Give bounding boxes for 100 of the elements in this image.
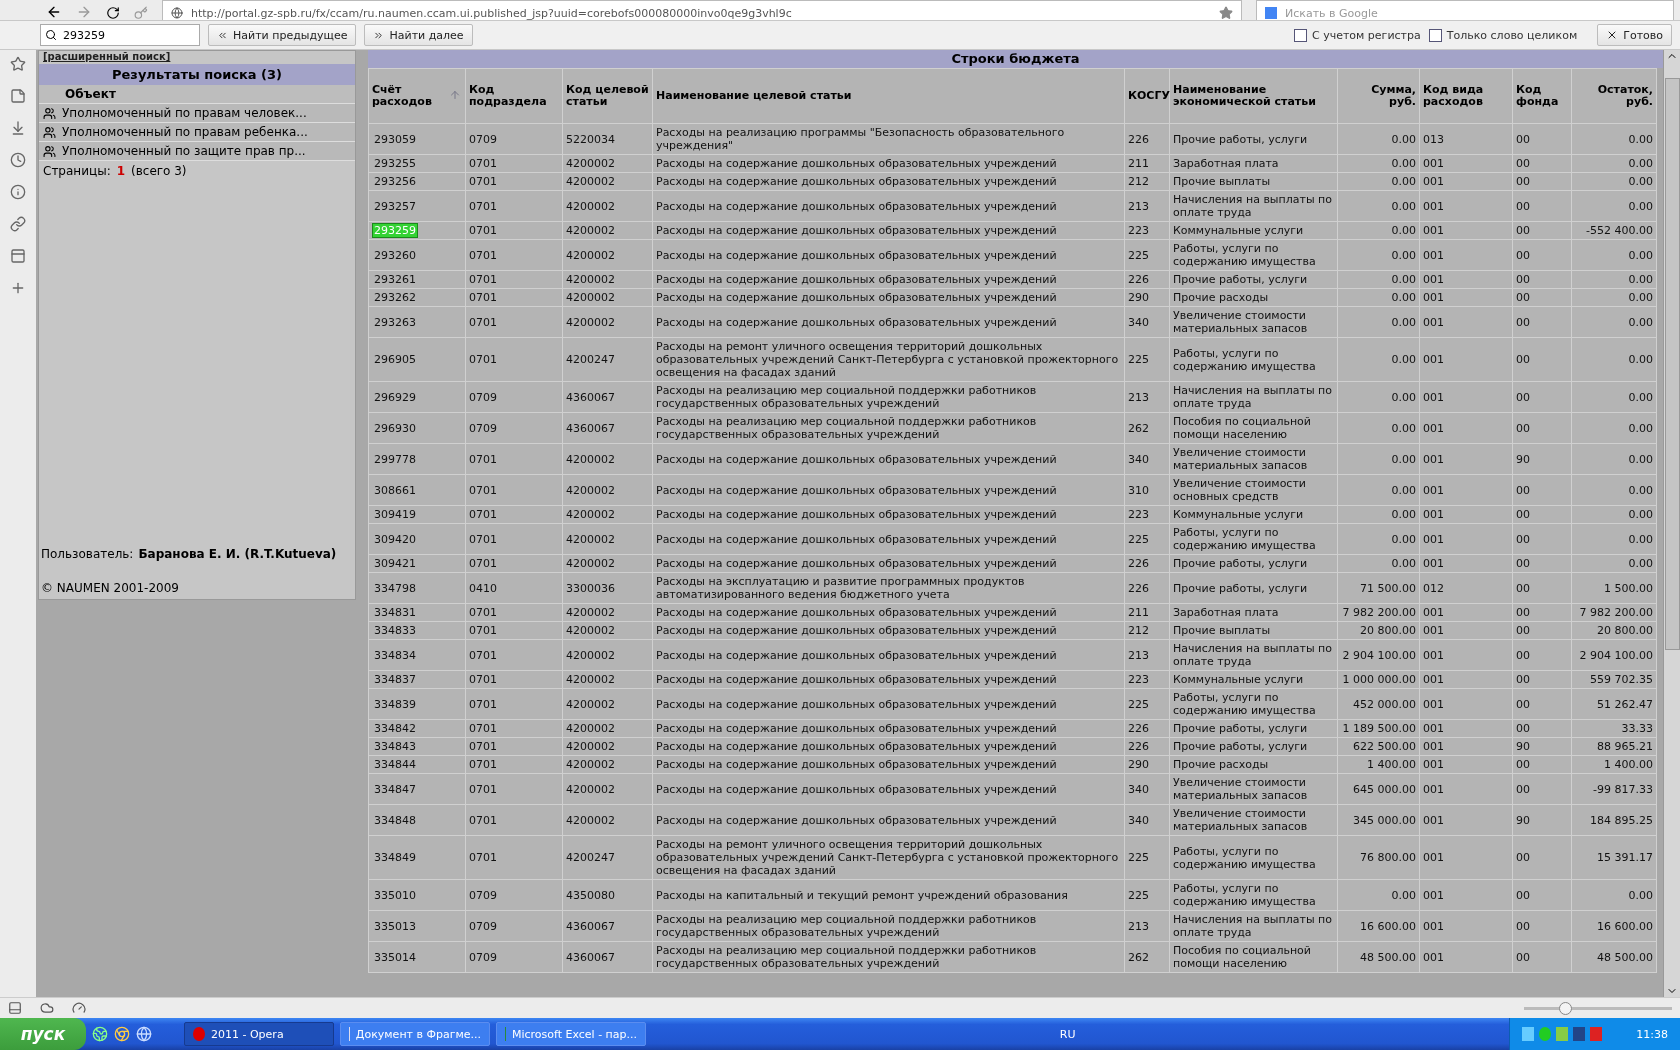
checkbox[interactable] bbox=[1428, 28, 1442, 42]
table-cell: Расходы на содержание дошкольных образовательных учреждений bbox=[652, 773, 1125, 805]
url-text: http://portal.gz-spb.ru/fx/ccam/ru.naumen.ccam.ui.published_jsp?uuid=corebofs000080000invo0qe9g3vhl9c bbox=[191, 6, 792, 20]
key-icon[interactable] bbox=[134, 6, 148, 20]
table-cell: 0701 bbox=[465, 221, 563, 240]
column-header[interactable]: Код фонда bbox=[1512, 68, 1572, 124]
link-icon[interactable] bbox=[10, 216, 26, 232]
checkbox-label: С учетом регистра bbox=[1312, 28, 1421, 42]
history-icon[interactable] bbox=[10, 152, 26, 168]
table-cell: 0.00 bbox=[1571, 172, 1657, 191]
tray-icon[interactable] bbox=[1573, 1027, 1586, 1041]
table-cell: 00 bbox=[1512, 910, 1572, 942]
note-icon[interactable] bbox=[10, 88, 26, 104]
find-previous-button[interactable]: Найти предыдущее bbox=[208, 24, 357, 46]
back-icon[interactable] bbox=[46, 4, 62, 20]
table-cell: 0701 bbox=[465, 306, 563, 338]
table-cell: 0709 bbox=[465, 123, 563, 155]
table-cell: 4200002 bbox=[562, 773, 653, 805]
column-header[interactable]: КОСГУ bbox=[1124, 68, 1170, 124]
table-cell: Прочие работы, услуги bbox=[1169, 572, 1338, 604]
column-header[interactable]: Остаток, руб. bbox=[1571, 68, 1657, 124]
panel-icon[interactable] bbox=[8, 1001, 22, 1015]
table-cell: 00 bbox=[1512, 172, 1572, 191]
advanced-search-link[interactable]: [расширенный поиск] bbox=[39, 51, 171, 62]
table-cell: 001 bbox=[1419, 554, 1513, 573]
taskbar-button[interactable]: Microsoft Excel - пар... bbox=[496, 1022, 646, 1046]
table-cell: 0.00 bbox=[1571, 239, 1657, 271]
table-cell: 00 bbox=[1512, 941, 1572, 973]
result-row[interactable]: Уполномоченный по правам человек... bbox=[39, 104, 355, 123]
table-cell: 309420 bbox=[368, 523, 466, 555]
column-header[interactable]: Код подраздела bbox=[465, 68, 563, 124]
table-cell: 4360067 bbox=[562, 381, 653, 413]
table-cell: 4200002 bbox=[562, 755, 653, 774]
table-cell: 223 bbox=[1124, 221, 1170, 240]
table-cell: 4360067 bbox=[562, 910, 653, 942]
browser-icon[interactable] bbox=[114, 1026, 130, 1042]
table-cell: 4360067 bbox=[562, 941, 653, 973]
cloud-icon[interactable] bbox=[40, 1001, 54, 1015]
find-field[interactable]: 293259 bbox=[40, 24, 200, 46]
table-cell: 0701 bbox=[465, 773, 563, 805]
table-cell: 00 bbox=[1512, 773, 1572, 805]
result-row[interactable]: Уполномоченный по правам ребенка... bbox=[39, 123, 355, 142]
table-cell: 51 262.47 bbox=[1571, 688, 1657, 720]
column-header[interactable]: Наименование целевой статьи bbox=[652, 68, 1125, 124]
globe-icon[interactable] bbox=[136, 1026, 152, 1042]
table-cell: 340 bbox=[1124, 804, 1170, 836]
user-label: Пользователь: bbox=[41, 547, 134, 561]
taskbar-button[interactable]: Документ в Фрагме... bbox=[340, 1022, 490, 1046]
result-row[interactable]: Уполномоченный по защите прав пр... bbox=[39, 142, 355, 161]
table-cell: Увеличение стоимости материальных запасов bbox=[1169, 804, 1338, 836]
table-cell: 2 904 100.00 bbox=[1337, 639, 1420, 671]
table-cell: 335014 bbox=[368, 941, 466, 973]
column-header[interactable]: Счёт расходов bbox=[368, 68, 466, 124]
table-cell: 4200002 bbox=[562, 154, 653, 173]
table-cell: 0701 bbox=[465, 443, 563, 475]
column-header[interactable]: Код вида расходов bbox=[1419, 68, 1513, 124]
find-next-button[interactable]: Найти далее bbox=[364, 24, 473, 46]
done-button[interactable]: Готово bbox=[1597, 24, 1672, 46]
download-icon[interactable] bbox=[10, 120, 26, 136]
column-header[interactable]: Код целевой статьи bbox=[562, 68, 653, 124]
bookmark-star-icon[interactable] bbox=[1219, 6, 1233, 20]
table-cell: 00 bbox=[1512, 190, 1572, 222]
info-icon[interactable] bbox=[10, 184, 26, 200]
speed-icon[interactable] bbox=[72, 1001, 86, 1015]
language-indicator[interactable]: RU bbox=[1059, 1027, 1076, 1041]
window-icon[interactable] bbox=[10, 248, 26, 264]
table-cell: 0.00 bbox=[1337, 306, 1420, 338]
reload-icon[interactable] bbox=[106, 6, 120, 20]
quick-launch-icon[interactable] bbox=[92, 1026, 108, 1042]
table-cell: 76 800.00 bbox=[1337, 835, 1420, 880]
table-cell: Заработная плата bbox=[1169, 154, 1338, 173]
forward-icon[interactable] bbox=[76, 4, 92, 20]
table-cell: 334837 bbox=[368, 670, 466, 689]
table-cell: 16 600.00 bbox=[1337, 910, 1420, 942]
table-cell: 0.00 bbox=[1337, 172, 1420, 191]
star-icon[interactable] bbox=[10, 56, 26, 72]
table-cell: 299778 bbox=[368, 443, 466, 475]
table-cell: 001 bbox=[1419, 879, 1513, 911]
column-header[interactable]: Наименование экономической статьи bbox=[1169, 68, 1338, 124]
table-cell: 001 bbox=[1419, 239, 1513, 271]
table-cell: 001 bbox=[1419, 737, 1513, 756]
table-cell: 340 bbox=[1124, 306, 1170, 338]
address-field[interactable]: http://portal.gz-spb.ru/fx/ccam/ru.naumen.ccam.ui.published_jsp?uuid=corebofs000080000invo0qe9g3vhl9c bbox=[162, 0, 1242, 20]
table-cell: 1 189 500.00 bbox=[1337, 719, 1420, 738]
table-cell: Расходы на содержание дошкольных образовательных учреждений bbox=[652, 306, 1125, 338]
column-header[interactable]: Сумма, руб. bbox=[1337, 68, 1420, 124]
checkbox[interactable] bbox=[1294, 28, 1307, 42]
taskbar-button[interactable]: 2011 - Opera bbox=[184, 1022, 334, 1046]
table-cell: 00 bbox=[1512, 755, 1572, 774]
table-cell: 0701 bbox=[465, 288, 563, 307]
table-cell: 00 bbox=[1512, 154, 1572, 173]
table-cell: 00 bbox=[1512, 306, 1572, 338]
plus-icon[interactable] bbox=[10, 280, 26, 296]
table-cell: Начисления на выплаты по оплате труда bbox=[1169, 639, 1338, 671]
table-cell: 0.00 bbox=[1571, 412, 1657, 444]
scrollbar[interactable] bbox=[1663, 50, 1680, 997]
table-cell: 001 bbox=[1419, 804, 1513, 836]
table-cell: 4200247 bbox=[562, 337, 653, 382]
table-cell: 001 bbox=[1419, 172, 1513, 191]
table-cell: 90 bbox=[1512, 804, 1572, 836]
